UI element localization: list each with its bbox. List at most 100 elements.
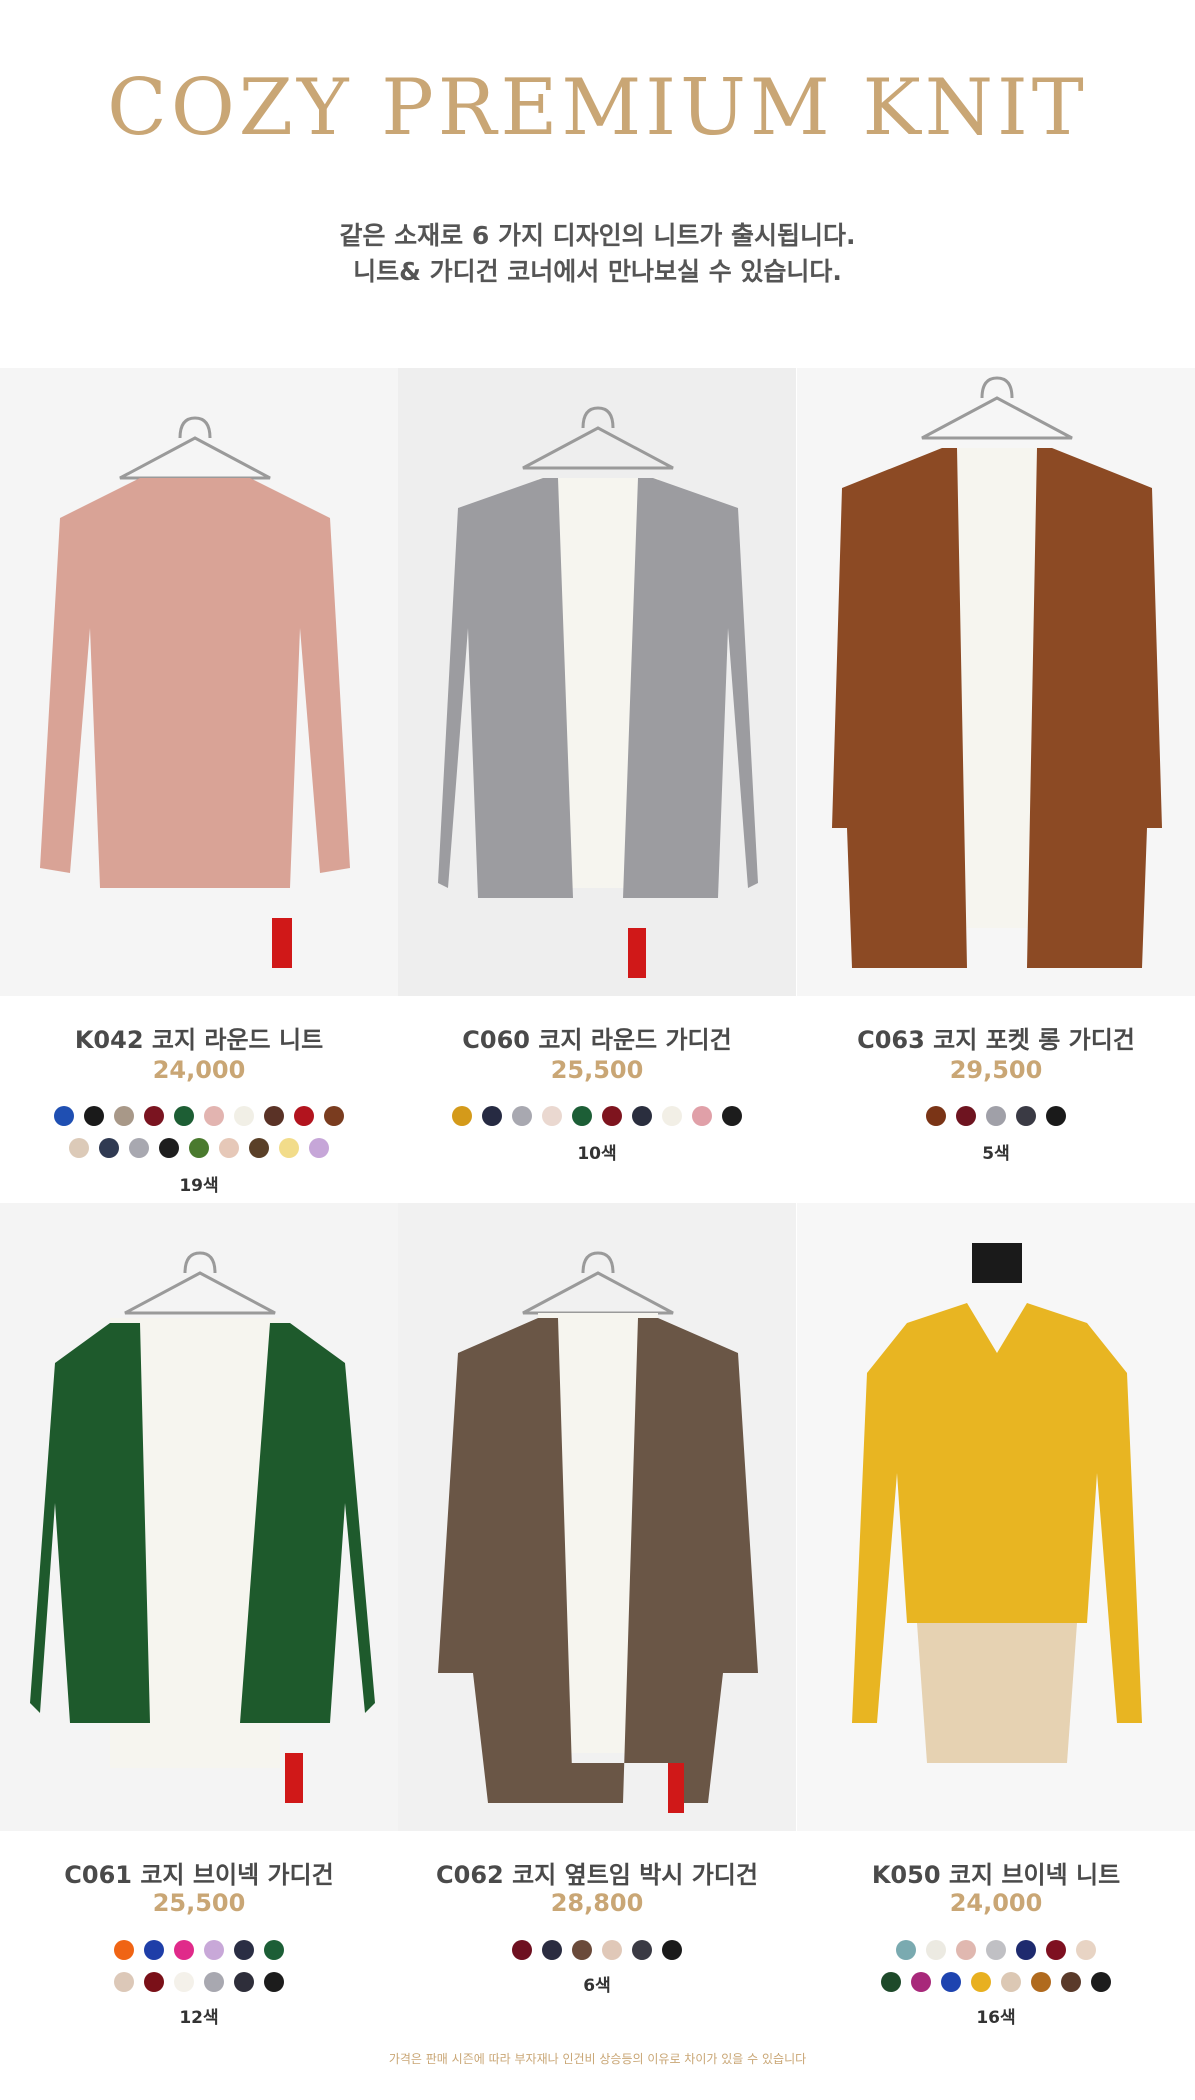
color-swatch[interactable] <box>602 1940 622 1960</box>
color-swatch[interactable] <box>632 1106 652 1126</box>
color-swatch[interactable] <box>572 1106 592 1126</box>
color-swatch[interactable] <box>881 1972 901 1992</box>
color-swatch[interactable] <box>234 1972 254 1992</box>
color-count: 5색 <box>982 1144 1010 1164</box>
color-swatch[interactable] <box>144 1106 164 1126</box>
color-swatch[interactable] <box>114 1972 134 1992</box>
color-swatch[interactable] <box>971 1972 991 1992</box>
color-swatches <box>398 1940 796 1972</box>
color-swatch[interactable] <box>722 1106 742 1126</box>
color-swatch[interactable] <box>1001 1972 1021 1992</box>
color-swatch[interactable] <box>1046 1106 1066 1126</box>
product-photo[interactable] <box>797 1203 1195 1831</box>
color-swatch[interactable] <box>632 1940 652 1960</box>
color-swatch[interactable] <box>512 1940 532 1960</box>
product-card[interactable]: C062 코지 옆트임 박시 가디건 28,800 6색 <box>398 1203 796 2033</box>
color-swatch[interactable] <box>54 1106 74 1126</box>
color-swatch[interactable] <box>662 1106 682 1126</box>
color-swatch[interactable] <box>1016 1940 1036 1960</box>
color-swatch[interactable] <box>294 1106 314 1126</box>
product-card[interactable]: K050 코지 브이넥 니트 24,000 16색 <box>797 1203 1195 2033</box>
sweater-image <box>0 368 398 996</box>
product-photo[interactable] <box>797 368 1195 996</box>
color-swatch[interactable] <box>692 1106 712 1126</box>
color-swatch[interactable] <box>1076 1940 1096 1960</box>
color-swatch[interactable] <box>1061 1972 1081 1992</box>
color-count: 10색 <box>577 1144 617 1164</box>
color-swatch[interactable] <box>84 1106 104 1126</box>
color-swatch[interactable] <box>602 1106 622 1126</box>
color-swatch[interactable] <box>941 1972 961 1992</box>
color-swatch[interactable] <box>69 1138 89 1158</box>
color-swatch[interactable] <box>1016 1106 1036 1126</box>
color-swatch[interactable] <box>174 1106 194 1126</box>
color-swatch[interactable] <box>189 1138 209 1158</box>
swatch-row <box>797 1972 1195 2004</box>
color-swatch[interactable] <box>482 1106 502 1126</box>
color-swatch[interactable] <box>986 1106 1006 1126</box>
product-name[interactable]: C062 코지 옆트임 박시 가디건 <box>398 1855 796 1890</box>
product-card[interactable]: K042 코지 라운드 니트 24,000 19색 <box>0 368 398 1198</box>
color-swatch[interactable] <box>1031 1972 1051 1992</box>
color-swatch[interactable] <box>144 1940 164 1960</box>
color-swatches <box>797 1940 1195 2004</box>
product-name[interactable]: C061 코지 브이넥 가디건 <box>0 1855 398 1890</box>
color-swatches <box>797 1106 1195 1138</box>
intro-line-2: 니트& 가디건 코너에서 만나보실 수 있습니다. <box>353 257 842 286</box>
color-swatch[interactable] <box>234 1106 254 1126</box>
color-swatch[interactable] <box>911 1972 931 1992</box>
color-swatch[interactable] <box>1091 1972 1111 1992</box>
color-swatch[interactable] <box>159 1138 179 1158</box>
color-swatch[interactable] <box>926 1940 946 1960</box>
color-swatch[interactable] <box>542 1106 562 1126</box>
v-neck-knit-image <box>797 1203 1195 1831</box>
color-swatch[interactable] <box>204 1940 224 1960</box>
color-swatch[interactable] <box>956 1106 976 1126</box>
color-swatch[interactable] <box>129 1138 149 1158</box>
color-swatch[interactable] <box>234 1940 254 1960</box>
product-photo[interactable] <box>0 1203 398 1831</box>
product-price: 25,500 <box>152 1889 246 1917</box>
color-swatch[interactable] <box>986 1940 1006 1960</box>
color-swatch[interactable] <box>264 1940 284 1960</box>
product-price: 24,000 <box>152 1056 246 1084</box>
color-swatch[interactable] <box>324 1106 344 1126</box>
color-swatch[interactable] <box>572 1940 592 1960</box>
color-swatches <box>0 1940 398 2004</box>
product-card[interactable]: C060 코지 라운드 가디건 25,500 10색 <box>398 368 796 1198</box>
swatch-row <box>797 1106 1195 1138</box>
product-photo[interactable] <box>398 1203 796 1831</box>
color-swatch[interactable] <box>249 1138 269 1158</box>
color-swatch[interactable] <box>512 1106 532 1126</box>
color-swatch[interactable] <box>114 1106 134 1126</box>
product-name[interactable]: K050 코지 브이넥 니트 <box>797 1855 1195 1890</box>
product-photo[interactable] <box>398 368 796 996</box>
color-swatch[interactable] <box>542 1940 562 1960</box>
color-swatch[interactable] <box>452 1106 472 1126</box>
color-swatch[interactable] <box>662 1940 682 1960</box>
color-swatch[interactable] <box>1046 1940 1066 1960</box>
color-swatch[interactable] <box>174 1940 194 1960</box>
color-swatch[interactable] <box>144 1972 164 1992</box>
product-card[interactable]: C063 코지 포켓 롱 가디건 29,500 5색 <box>797 368 1195 1198</box>
color-swatch[interactable] <box>926 1106 946 1126</box>
color-swatch[interactable] <box>204 1972 224 1992</box>
color-swatch[interactable] <box>114 1940 134 1960</box>
color-swatch[interactable] <box>174 1972 194 1992</box>
color-swatch[interactable] <box>264 1106 284 1126</box>
swatch-row <box>398 1940 796 1972</box>
color-swatch[interactable] <box>309 1138 329 1158</box>
color-swatch[interactable] <box>204 1106 224 1126</box>
color-swatch[interactable] <box>219 1138 239 1158</box>
product-name[interactable]: K042 코지 라운드 니트 <box>0 1020 398 1055</box>
color-swatch[interactable] <box>896 1940 916 1960</box>
color-swatch[interactable] <box>956 1940 976 1960</box>
swatch-row <box>0 1106 398 1138</box>
color-swatch[interactable] <box>99 1138 119 1158</box>
color-swatch[interactable] <box>279 1138 299 1158</box>
product-card[interactable]: C061 코지 브이넥 가디건 25,500 12색 <box>0 1203 398 2033</box>
product-photo[interactable] <box>0 368 398 996</box>
color-swatch[interactable] <box>264 1972 284 1992</box>
product-name[interactable]: C063 코지 포켓 롱 가디건 <box>797 1020 1195 1055</box>
product-name[interactable]: C060 코지 라운드 가디건 <box>398 1020 796 1055</box>
